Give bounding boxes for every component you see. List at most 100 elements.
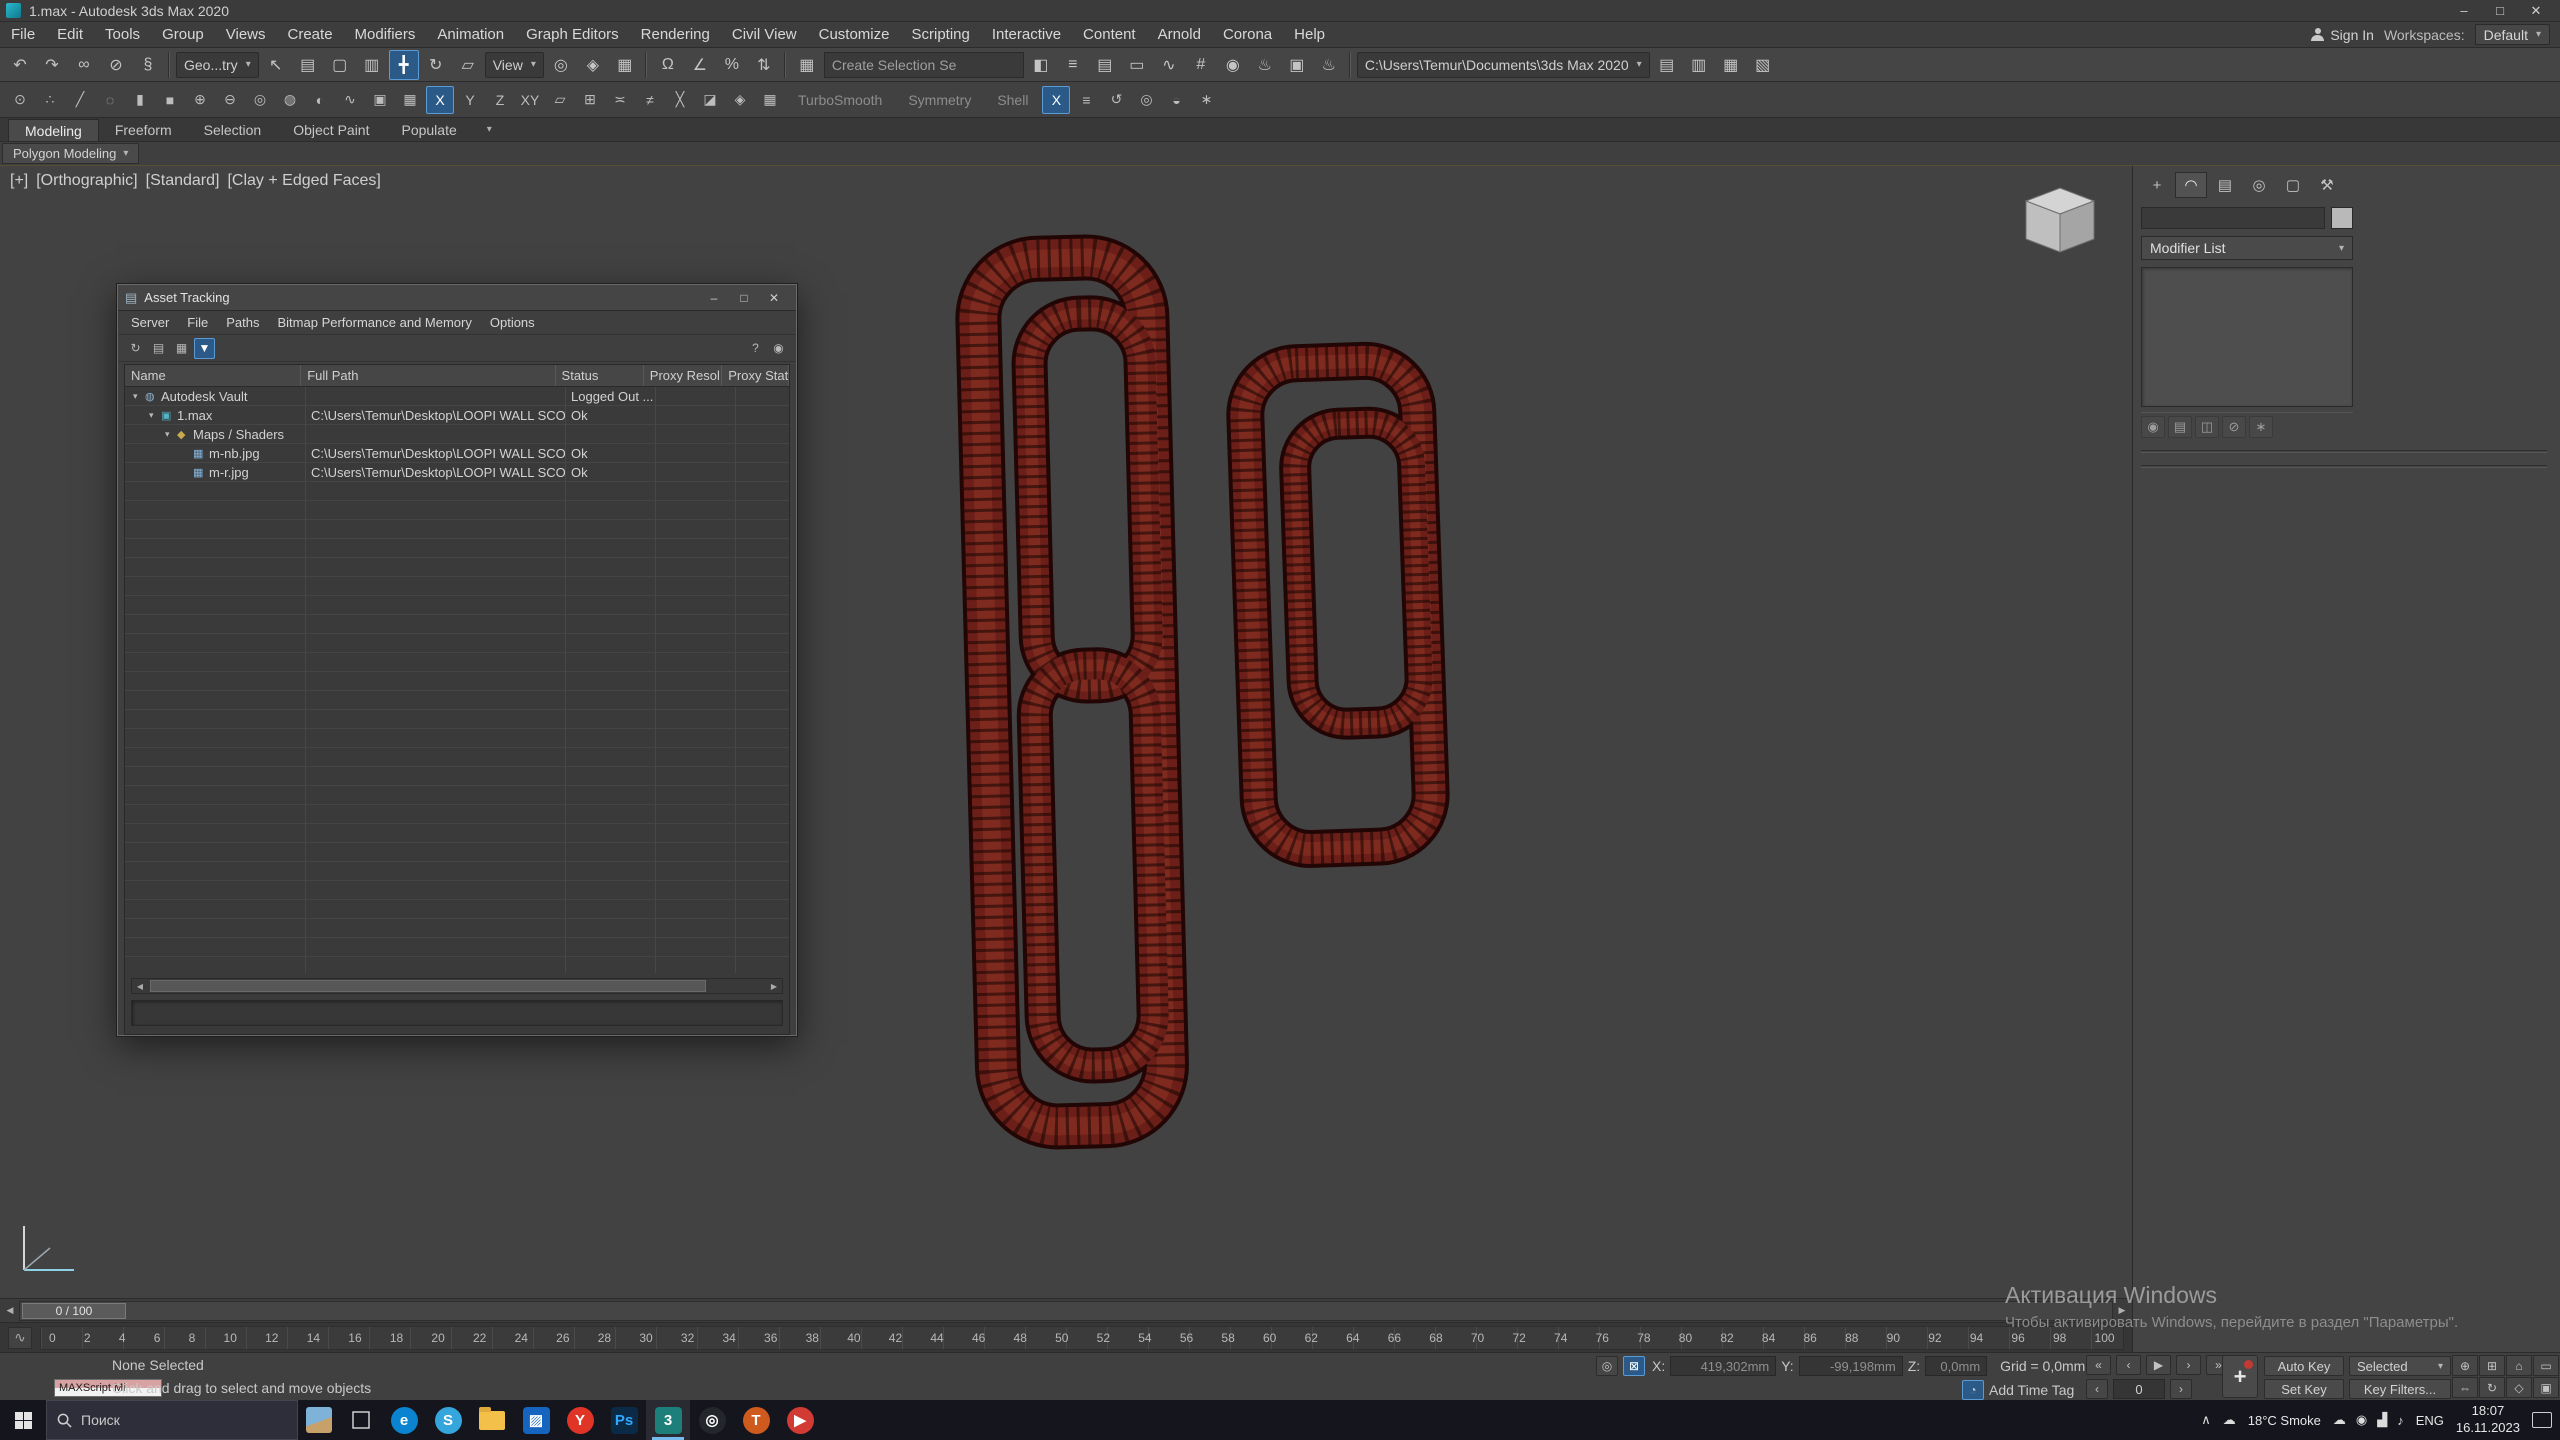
polygon-mode-icon[interactable]: ▮ (126, 86, 154, 114)
use-pivot-center-icon[interactable]: ◎ (546, 50, 576, 80)
swift-loop-icon[interactable]: ◈ (726, 86, 754, 114)
make-unique-icon[interactable]: ◫ (2195, 416, 2219, 438)
next-frame-icon[interactable]: › (2176, 1355, 2201, 1375)
skype-icon[interactable]: S (426, 1400, 470, 1440)
select-and-manipulate-icon[interactable]: ◈ (578, 50, 608, 80)
menu-item[interactable]: Graph Editors (515, 22, 630, 48)
start-button[interactable] (0, 1400, 46, 1440)
attach-icon[interactable]: ≍ (606, 86, 634, 114)
help-icon[interactable]: ? (745, 338, 766, 359)
media-player-icon[interactable]: ▶ (778, 1400, 822, 1440)
render-production-icon[interactable]: ♨ (1314, 50, 1344, 80)
reference-coordinate-dropdown[interactable]: View ▾ (484, 51, 544, 78)
redo-icon[interactable]: ↷ (37, 50, 67, 80)
pin-soft-selection-icon[interactable]: ▣ (366, 86, 394, 114)
selection-lock-icon[interactable]: ⊠ (1623, 1356, 1645, 1376)
constraint-x-button[interactable]: X (426, 85, 454, 114)
zoom-all-icon[interactable]: ⊞ (2479, 1355, 2505, 1376)
yandex-browser-icon[interactable]: Y (558, 1400, 602, 1440)
set-key-button[interactable]: Set Key (2264, 1379, 2344, 1399)
align-icon[interactable]: ≡ (1058, 50, 1088, 80)
auto-key-button[interactable]: Auto Key (2264, 1356, 2344, 1376)
dialog-maximize-button[interactable]: □ (729, 288, 759, 308)
select-by-name-icon[interactable]: ▤ (293, 50, 323, 80)
select-object-icon[interactable]: ↖ (261, 50, 291, 80)
horizontal-scrollbar[interactable]: ◀ ▶ (131, 978, 783, 994)
field-of-view-icon[interactable]: ◇ (2506, 1377, 2532, 1398)
modifier-stack-list[interactable] (2141, 267, 2353, 407)
modify-tab-icon[interactable]: ◠ (2175, 172, 2207, 198)
action-center-icon[interactable] (2532, 1412, 2552, 1428)
constraint-y-button[interactable]: Y (456, 86, 484, 114)
volume-icon[interactable]: ♪ (2397, 1413, 2404, 1428)
report-icon[interactable]: ▤ (148, 338, 169, 359)
viewport-render-preset-menu[interactable]: [Standard] (146, 172, 220, 190)
unlink-selection-icon[interactable]: ⊘ (101, 50, 131, 80)
menu-item[interactable]: Civil View (721, 22, 808, 48)
viewport-shading-menu[interactable]: [Clay + Edged Faces] (227, 172, 380, 190)
preserve-uvs-icon[interactable]: ▱ (546, 86, 574, 114)
menu-item[interactable]: Rendering (630, 22, 721, 48)
dialog-menu-item[interactable]: Paths (217, 315, 268, 330)
task-view-button[interactable] (340, 1400, 382, 1440)
mini-curve-editor-button[interactable]: ∿ (8, 1326, 32, 1349)
menu-item[interactable]: Content (1072, 22, 1147, 48)
zoom-region-icon[interactable]: ▭ (2533, 1355, 2559, 1376)
next-key-icon[interactable]: › (2170, 1379, 2192, 1399)
select-and-scale-icon[interactable]: ▱ (453, 50, 483, 80)
project-folder-dropdown[interactable]: C:\Users\Temur\Documents\3ds Max 2020 ▾ (1356, 51, 1650, 78)
render-setup-icon[interactable]: ♨ (1250, 50, 1280, 80)
previous-frame-arrow-icon[interactable]: ◀ (3, 1301, 17, 1321)
edit-geometry-icon[interactable]: ▦ (396, 86, 424, 114)
table-column-header[interactable]: Name (125, 365, 302, 386)
explorer-icon[interactable] (470, 1400, 514, 1440)
menu-item[interactable]: Modifiers (344, 22, 427, 48)
rendered-frame-window-icon[interactable]: ▣ (1282, 50, 1312, 80)
menu-item[interactable]: Interactive (981, 22, 1072, 48)
menu-item[interactable]: Edit (46, 22, 94, 48)
minimize-button[interactable]: – (2446, 0, 2482, 21)
detach-icon[interactable]: ≠ (636, 86, 664, 114)
ring-selection-icon[interactable]: ◍ (276, 86, 304, 114)
expand-icon[interactable]: ▾ (165, 429, 177, 440)
menu-item[interactable]: Customize (808, 22, 901, 48)
schematic-view-icon[interactable]: # (1186, 50, 1216, 80)
time-slider-handle[interactable]: 0 / 100 (22, 1302, 126, 1319)
hidden-icons-chevron-icon[interactable]: ∧ (2201, 1412, 2211, 1428)
tab-modeling[interactable]: Modeling (8, 119, 99, 141)
configure-modifier-sets-icon[interactable]: ∗ (2249, 416, 2273, 438)
select-and-move-icon[interactable]: ╋ (388, 49, 419, 80)
dialog-menu-item[interactable]: Bitmap Performance and Memory (269, 315, 481, 330)
table-row[interactable]: ▾ ◍ Autodesk Vault Logged Out ... (125, 387, 789, 406)
timeline-ruler[interactable]: 0 2 4 6 8 10 12 14 16 18 20 22 24 26 28 30 32 34 36 38 40 42 4… (40, 1325, 2124, 1350)
element-mode-icon[interactable]: ■ (156, 86, 184, 114)
expand-icon[interactable]: ▾ (149, 410, 161, 421)
news-widget-icon[interactable] (298, 1400, 340, 1440)
menu-item[interactable]: Group (151, 22, 215, 48)
layer-explorer-icon[interactable]: ▤ (1090, 50, 1120, 80)
display-mode-icon[interactable]: ◒ (1162, 86, 1190, 114)
repeat-last-icon[interactable]: ↺ (1102, 86, 1130, 114)
go-to-start-icon[interactable]: « (2086, 1355, 2111, 1375)
zoom-extents-icon[interactable]: ⌂ (2506, 1355, 2532, 1376)
table-row[interactable]: ▾ ◆ Maps / Shaders (125, 425, 789, 444)
select-and-rotate-icon[interactable]: ↻ (421, 50, 451, 80)
undo-icon[interactable]: ↶ (5, 50, 35, 80)
z-coordinate-field[interactable]: 0,0mm (1925, 1356, 1988, 1376)
scroll-left-icon[interactable]: ◀ (132, 979, 148, 993)
language-indicator[interactable]: ENG (2416, 1413, 2444, 1428)
refresh-icon[interactable]: ↻ (125, 338, 146, 359)
tab-selection[interactable]: Selection (188, 119, 278, 141)
edge-mode-icon[interactable]: ╱ (66, 86, 94, 114)
constraint-xy-button[interactable]: XY (516, 86, 544, 114)
isolate-selection-toggle-icon[interactable]: ◎ (1596, 1356, 1618, 1376)
current-frame-field[interactable]: 0 (2113, 1379, 2165, 1399)
table-row[interactable]: ▦ m-r.jpg C:\Users\Temur\Desktop\LOOPI W… (125, 463, 789, 482)
utilities-tab-icon[interactable]: ⚒ (2311, 172, 2343, 198)
viewport-general-menu[interactable]: [+] (10, 172, 28, 190)
key-filters-button[interactable]: Key Filters... (2349, 1379, 2451, 1399)
spinner-snap-icon[interactable]: ⇅ (749, 50, 779, 80)
antivirus-icon[interactable]: ◉ (2356, 1412, 2367, 1428)
loop-selection-icon[interactable]: ◎ (246, 86, 274, 114)
bind-to-space-warp-icon[interactable]: § (133, 50, 163, 80)
